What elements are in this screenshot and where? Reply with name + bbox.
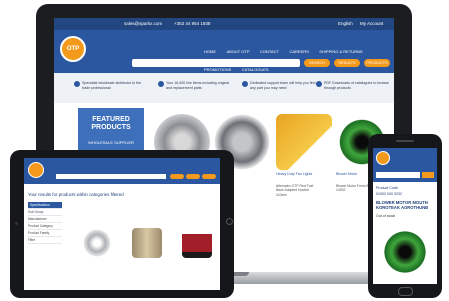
- results-title: Your results for products within categor…: [28, 192, 124, 197]
- home-button[interactable]: [226, 218, 233, 225]
- tablet-screen: Your results for products within categor…: [24, 158, 220, 290]
- phone-search-input[interactable]: [376, 172, 420, 178]
- featured-title: FEATURED PRODUCTS: [91, 116, 131, 131]
- product-image-blower[interactable]: [379, 226, 431, 278]
- feature-item: Your 16,000 line items including origina…: [158, 81, 232, 90]
- pdf-icon: [316, 81, 322, 87]
- info-icon: [74, 81, 80, 87]
- site-search-input[interactable]: [132, 59, 300, 67]
- tablet-header: [24, 158, 220, 184]
- topbar-account[interactable]: My Account: [360, 21, 383, 26]
- featured-subtitle: WHOLESALE SUPPLIER: [88, 140, 134, 145]
- stock-status: Out of stock: [376, 214, 396, 218]
- search-button[interactable]: SEARCH: [304, 59, 330, 67]
- tablet-search-input[interactable]: [56, 174, 166, 179]
- sidebar-item[interactable]: Sub Group: [28, 209, 62, 216]
- topbar-phone[interactable]: +353 44 954 1938: [174, 21, 210, 26]
- feature-item: Specialist wholesale distributor to the …: [74, 81, 148, 90]
- site-nav: HOME ABOUT OTP CONTACT CAREERS SHIPPING …: [204, 40, 394, 72]
- tablet-results-button[interactable]: [186, 174, 200, 179]
- site-topbar: sales@sparkx.com +353 44 954 1938 Englis…: [54, 18, 394, 30]
- nav-home[interactable]: HOME: [204, 49, 216, 54]
- nav-careers[interactable]: CAREERS: [289, 49, 308, 54]
- sidebar-item[interactable]: Manufacturer: [28, 216, 62, 223]
- home-button[interactable]: [398, 287, 413, 296]
- nav-catalogues[interactable]: CATALOGUES: [242, 67, 269, 72]
- feature-item: PDF Downloads of catalogues to browse th…: [316, 81, 390, 90]
- phone-header: [373, 148, 437, 182]
- site-header: OTP HOME ABOUT OTP CONTACT CAREERS SHIPP…: [54, 30, 394, 73]
- products-button[interactable]: PRODUCTS: [364, 59, 390, 67]
- feature-strip: Specialist wholesale distributor to the …: [54, 73, 394, 103]
- topbar-email[interactable]: sales@sparkx.com: [124, 21, 162, 26]
- site-logo[interactable]: [28, 162, 44, 178]
- nav-about[interactable]: ABOUT OTP: [226, 49, 249, 54]
- product-title: BLOWER MOTOR MOUTH KOROTEAK AOROTHUNB: [376, 200, 429, 211]
- sidebar-item[interactable]: Specifications: [28, 202, 62, 209]
- speaker-icon: [396, 140, 414, 142]
- product-image-filter[interactable]: [132, 228, 162, 258]
- feature-text: PDF Downloads of catalogues to browse th…: [324, 81, 389, 90]
- nav-contact[interactable]: CONTACT: [260, 49, 279, 54]
- feature-text: Your 16,000 line items including origina…: [166, 81, 230, 90]
- camera-icon: [15, 222, 18, 225]
- support-icon: [242, 81, 248, 87]
- phone-device: Product Code 01500 000 9232 BLOWER MOTOR…: [368, 134, 442, 298]
- feature-text: Dedicated support team will help you fin…: [250, 81, 316, 90]
- product-code: 01500 000 9232: [376, 192, 402, 196]
- product-desc: Alternator OTP Red Fuel Bank Adapted Hos…: [276, 184, 314, 197]
- feature-text: Specialist wholesale distributor to the …: [82, 81, 142, 90]
- tablet-search-button[interactable]: [170, 174, 184, 179]
- tablet-products-button[interactable]: [202, 174, 216, 179]
- product-image-kit[interactable]: [276, 114, 332, 170]
- product-code-label: Product Code: [376, 186, 398, 190]
- site-logo[interactable]: OTP: [60, 36, 86, 62]
- product-label[interactable]: Blower Motor: [336, 172, 357, 176]
- sidebar-item[interactable]: Product Category: [28, 223, 62, 230]
- sidebar-item[interactable]: Product Family: [28, 230, 62, 237]
- phone-search-button[interactable]: [422, 172, 434, 178]
- site-logo[interactable]: [376, 151, 390, 165]
- phone-screen: Product Code 01500 000 9232 BLOWER MOTOR…: [373, 148, 437, 284]
- box-icon: [158, 81, 164, 87]
- product-image-bearing[interactable]: [82, 228, 112, 258]
- sidebar-item[interactable]: Filter: [28, 237, 62, 244]
- product-image-can[interactable]: [182, 228, 212, 258]
- feature-item: Dedicated support team will help you fin…: [242, 81, 316, 90]
- product-label[interactable]: Heavy Duty Fan Lights: [276, 172, 312, 176]
- filter-sidebar: Specifications Sub Group Manufacturer Pr…: [28, 202, 62, 288]
- nav-shipping[interactable]: SHIPPING & RETURNS: [319, 49, 362, 54]
- topbar-language[interactable]: English: [338, 21, 353, 26]
- tablet-device: Your results for products within categor…: [10, 150, 234, 298]
- results-button[interactable]: RESULTS: [334, 59, 360, 67]
- nav-promotions[interactable]: PROMOTIONS: [204, 67, 231, 72]
